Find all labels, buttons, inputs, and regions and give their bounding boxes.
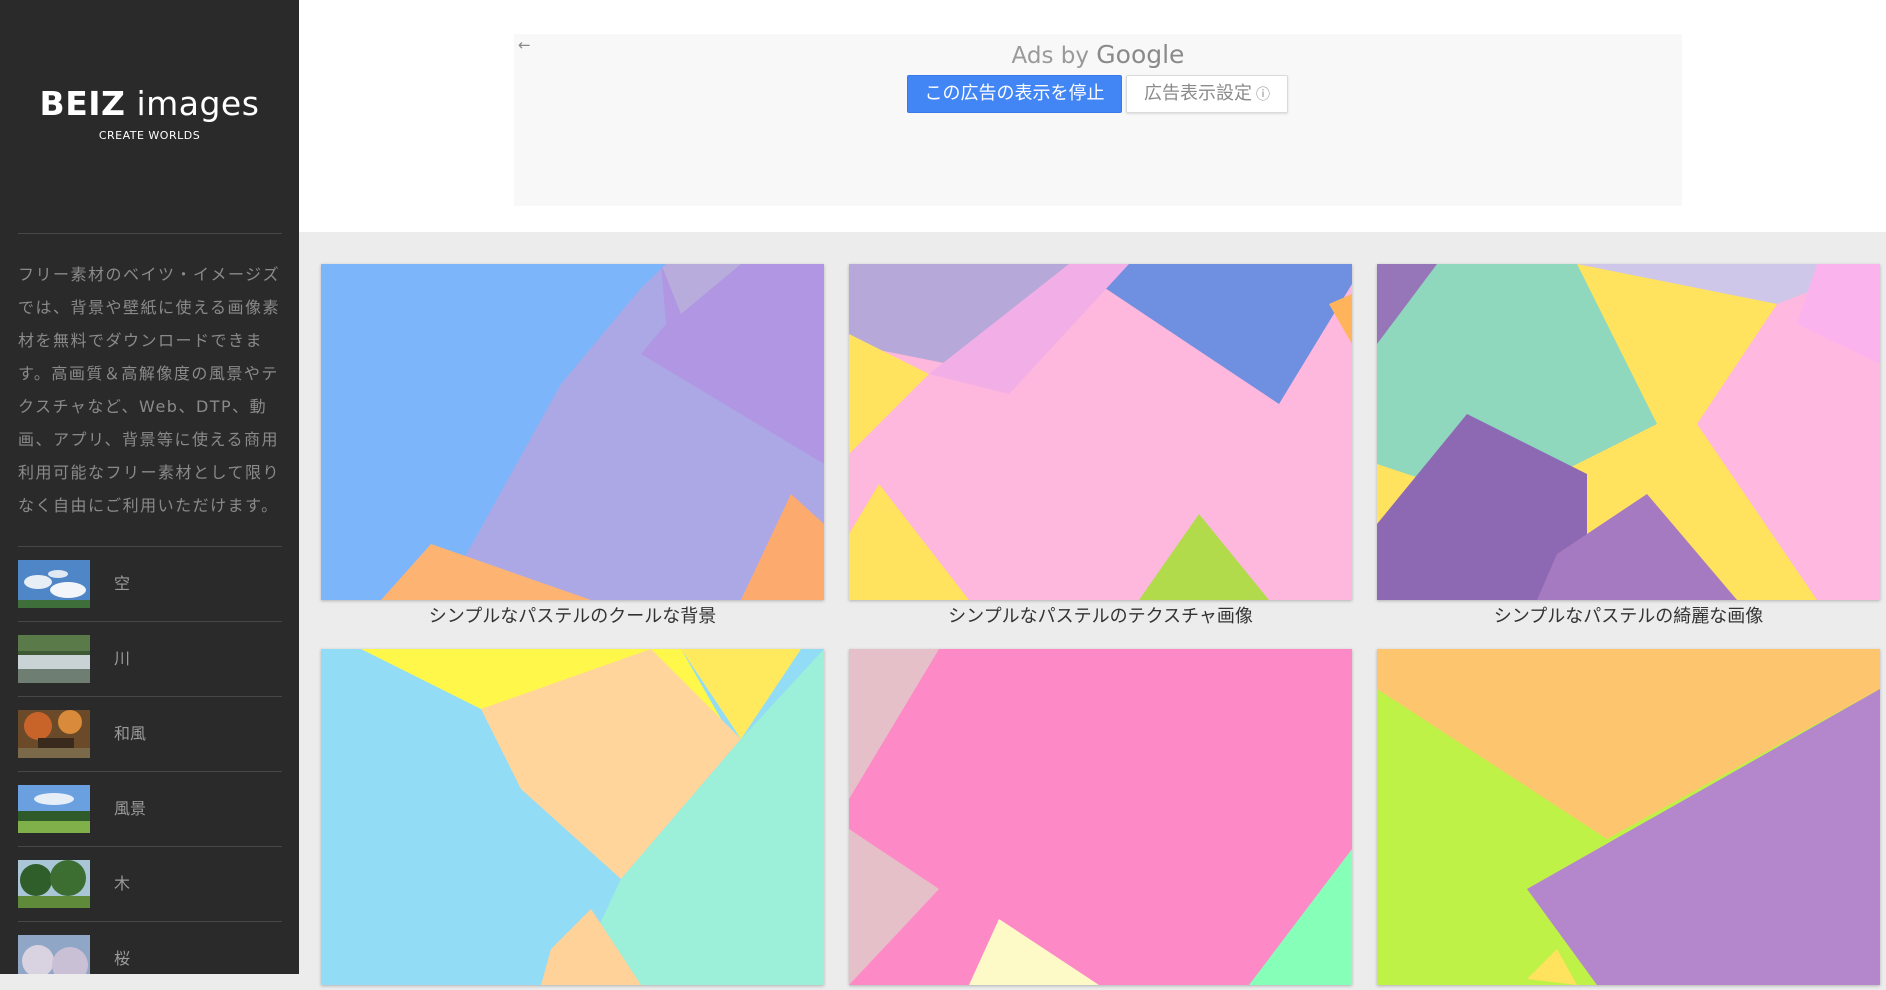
cherry-thumbnail <box>18 935 90 974</box>
category-label: 和風 <box>114 724 147 743</box>
ad-area: ← Ads by Google この広告の表示を停止 広告表示設定 ⓘ <box>299 0 1886 232</box>
gallery-card[interactable] <box>321 649 824 990</box>
ads-by-google: Ads by Google <box>514 40 1682 69</box>
stop-ad-button[interactable]: この広告の表示を停止 <box>907 75 1122 113</box>
category-label: 風景 <box>114 799 147 818</box>
category-item-river[interactable]: 川 <box>18 621 282 696</box>
category-list: 空 川 和風 風景 木 桜 <box>18 546 282 974</box>
tree-thumbnail <box>18 860 90 908</box>
image-caption[interactable]: シンプルなパステルの綺麗な画像 <box>1377 605 1880 629</box>
ad-settings-button[interactable]: 広告表示設定 ⓘ <box>1126 75 1288 113</box>
sidebar-divider <box>18 233 282 234</box>
image-caption[interactable]: シンプルなパステルのテクスチャ画像 <box>849 605 1352 629</box>
gallery-card[interactable]: シンプルなパステルのクールな背景 <box>321 264 824 629</box>
category-item-tree[interactable]: 木 <box>18 846 282 921</box>
gallery-card[interactable]: シンプルなパステルの綺麗な画像 <box>1377 264 1880 629</box>
ad-settings-label: 広告表示設定 <box>1144 83 1252 104</box>
sky-thumbnail <box>18 560 90 608</box>
category-item-sky[interactable]: 空 <box>18 546 282 621</box>
gallery-image[interactable] <box>1377 264 1880 600</box>
category-label: 木 <box>114 874 131 893</box>
gallery-image[interactable] <box>849 649 1352 985</box>
category-item-japanese[interactable]: 和風 <box>18 696 282 771</box>
image-gallery: シンプルなパステルのクールな背景 シンプルなパステルのテクスチャ画像 シンプルな… <box>299 232 1886 985</box>
site-logo[interactable]: BEIZ images CREATE WORLDS <box>0 84 299 142</box>
gallery-image[interactable] <box>849 264 1352 600</box>
gallery-image[interactable] <box>321 649 824 985</box>
category-item-cherry[interactable]: 桜 <box>18 921 282 974</box>
ad-box: ← Ads by Google この広告の表示を停止 広告表示設定 ⓘ <box>514 34 1682 206</box>
japanese-thumbnail <box>18 710 90 758</box>
category-label: 川 <box>114 649 131 668</box>
info-icon: ⓘ <box>1256 87 1270 103</box>
gallery-card[interactable] <box>1377 649 1880 990</box>
category-item-landscape[interactable]: 風景 <box>18 771 282 846</box>
google-label: Google <box>1096 40 1185 69</box>
landscape-thumbnail <box>18 785 90 833</box>
gallery-card[interactable]: シンプルなパステルのテクスチャ画像 <box>849 264 1352 629</box>
category-label: 空 <box>114 574 131 593</box>
logo-tagline: CREATE WORLDS <box>98 129 201 142</box>
ads-by-label: Ads by <box>1011 43 1089 69</box>
gallery-card[interactable] <box>849 649 1352 990</box>
river-thumbnail <box>18 635 90 683</box>
logo-title: BEIZ images <box>39 84 260 123</box>
category-label: 桜 <box>114 949 131 968</box>
image-caption[interactable]: シンプルなパステルのクールな背景 <box>321 605 824 629</box>
site-description: フリー素材のベイツ・イメージズでは、背景や壁紙に使える画像素材を無料でダウンロー… <box>18 265 281 515</box>
gallery-image[interactable] <box>1377 649 1880 985</box>
gallery-image[interactable] <box>321 264 824 600</box>
sidebar: BEIZ images CREATE WORLDS フリー素材のベイツ・イメージ… <box>0 0 299 974</box>
